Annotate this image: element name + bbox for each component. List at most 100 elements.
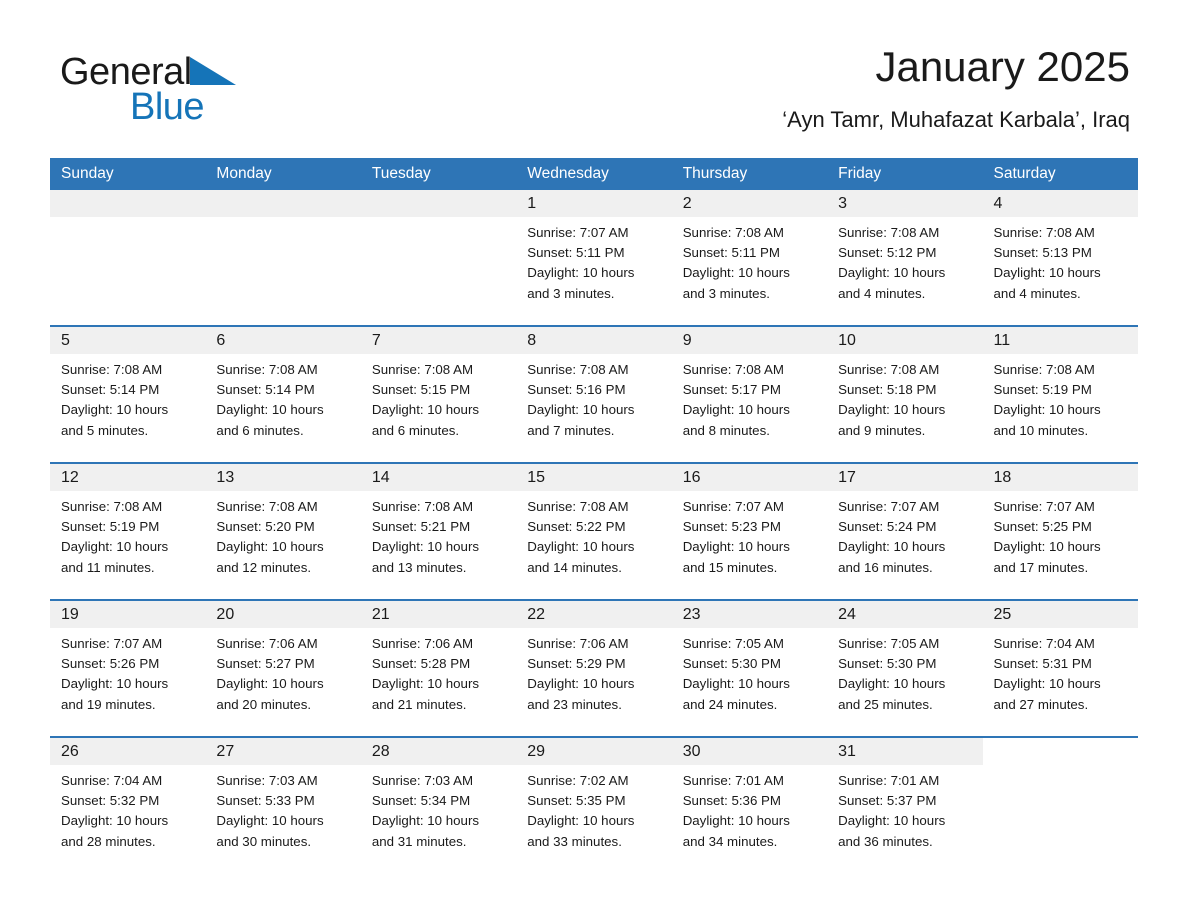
calendar-day-cell[interactable]: 13 Sunrise: 7:08 AM Sunset: 5:20 PM Dayligh…: [205, 462, 361, 600]
calendar-day-cell[interactable]: 9 Sunrise: 7:08 AM Sunset: 5:17 PM Daylight…: [671, 325, 828, 463]
sunset-text: Sunset: 5:19 PM: [61, 519, 160, 535]
day-cell-inner: 31 Sunrise: 7:01 AM Sunset: 5:37 PM Dayligh…: [827, 738, 983, 871]
day-details: Sunrise: 7:04 AM Sunset: 5:31 PM Daylight:…: [983, 628, 1138, 715]
general-blue-logo[interactable]: General Blue: [60, 50, 390, 130]
daylight-text: Daylight: 10 hours: [838, 402, 946, 418]
daylight-text-cont: and 19 minutes.: [61, 696, 156, 712]
sunrise-text: Sunrise: 7:08 AM: [993, 362, 1095, 377]
sunset-text: Sunset: 5:34 PM: [371, 793, 471, 809]
calendar-day-cell[interactable]: 31 Sunrise: 7:01 AM Sunset: 5:37 PM Dayligh…: [827, 736, 983, 873]
day-cell-inner: [360, 190, 517, 323]
sunset-text: Sunset: 5:21 PM: [371, 519, 471, 535]
sunset-text: Sunset: 5:23 PM: [682, 519, 781, 535]
daylight-text: Daylight: 10 hours: [527, 265, 635, 281]
calendar-day-cell[interactable]: 23 Sunrise: 7:05 AM Sunset: 5:30 PM Dayligh…: [671, 599, 828, 737]
day-details: Sunrise: 7:05 AM Sunset: 5:30 PM Daylight:…: [672, 628, 827, 715]
calendar-day-cell[interactable]: 10 Sunrise: 7:08 AM Sunset: 5:18 PM Dayligh…: [827, 325, 983, 463]
day-details: Sunrise: 7:07 AM Sunset: 5:11 PM Daylight:…: [516, 217, 671, 304]
day-number: 15: [516, 464, 672, 491]
day-cell-inner: 30 Sunrise: 7:01 AM Sunset: 5:36 PM Dayligh…: [671, 738, 828, 871]
calendar-day-cell[interactable]: 19 Sunrise: 7:07 AM Sunset: 5:26 PM Dayligh…: [50, 599, 206, 737]
calendar-day-cell[interactable]: 15 Sunrise: 7:08 AM Sunset: 5:22 PM Dayligh…: [516, 462, 672, 600]
logo-line-general: General: [60, 50, 390, 92]
day-cell-inner: 26 Sunrise: 7:04 AM Sunset: 5:32 PM Dayligh…: [50, 738, 206, 871]
calendar-day-cell[interactable]: 4 Sunrise: 7:08 AM Sunset: 5:13 PM Daylight…: [982, 190, 1138, 326]
day-cell-inner: 21 Sunrise: 7:06 AM Sunset: 5:28 PM Dayligh…: [360, 601, 517, 734]
day-number: 20: [205, 601, 361, 628]
daylight-text-cont: and 24 minutes.: [682, 696, 778, 712]
day-number: 24: [827, 601, 983, 628]
calendar-day-cell[interactable]: 18 Sunrise: 7:07 AM Sunset: 5:25 PM Dayligh…: [982, 462, 1138, 600]
daylight-text: Daylight: 10 hours: [838, 676, 946, 692]
sunrise-text: Sunrise: 7:06 AM: [216, 636, 318, 651]
daylight-text: Daylight: 10 hours: [838, 813, 946, 829]
sunrise-text: Sunrise: 7:03 AM: [371, 773, 474, 788]
month-calendar: Sunday Monday Tuesday Wednesday Thursday…: [50, 158, 1138, 873]
daylight-text-cont: and 21 minutes.: [371, 696, 467, 712]
day-number: 30: [671, 738, 828, 765]
day-number: 19: [50, 601, 206, 628]
calendar-day-cell[interactable]: 25 Sunrise: 7:04 AM Sunset: 5:31 PM Dayligh…: [982, 599, 1138, 737]
sunset-text: Sunset: 5:37 PM: [838, 793, 937, 809]
sunrise-text: Sunrise: 7:07 AM: [993, 499, 1095, 514]
day-details: Sunrise: 7:08 AM Sunset: 5:12 PM Daylight:…: [827, 217, 982, 304]
sunrise-text: Sunrise: 7:05 AM: [838, 636, 940, 651]
day-number: 22: [516, 601, 672, 628]
day-number: 3: [827, 190, 983, 217]
daylight-text: Daylight: 10 hours: [61, 676, 169, 692]
calendar-day-cell[interactable]: 30 Sunrise: 7:01 AM Sunset: 5:36 PM Dayligh…: [671, 736, 828, 873]
calendar-day-cell[interactable]: 20 Sunrise: 7:06 AM Sunset: 5:27 PM Dayligh…: [205, 599, 361, 737]
calendar-day-cell[interactable]: 24 Sunrise: 7:05 AM Sunset: 5:30 PM Dayligh…: [827, 599, 983, 737]
day-details: Sunrise: 7:07 AM Sunset: 5:23 PM Daylight:…: [672, 491, 827, 578]
calendar-header-row: Sunday Monday Tuesday Wednesday Thursday…: [50, 158, 1138, 190]
calendar-day-cell[interactable]: 5 Sunrise: 7:08 AM Sunset: 5:14 PM Daylight…: [50, 325, 206, 463]
calendar-day-cell[interactable]: 6 Sunrise: 7:08 AM Sunset: 5:14 PM Daylight…: [205, 325, 361, 463]
calendar-week-row: 1 Sunrise: 7:07 AM Sunset: 5:11 PM Daylight…: [50, 190, 1138, 326]
day-cell-inner: 4 Sunrise: 7:08 AM Sunset: 5:13 PM Daylight…: [982, 190, 1138, 323]
calendar-day-cell[interactable]: 2 Sunrise: 7:08 AM Sunset: 5:11 PM Daylight…: [671, 190, 828, 326]
daylight-text-cont: and 3 minutes.: [527, 285, 615, 301]
daylight-text: Daylight: 10 hours: [682, 265, 790, 281]
sunset-text: Sunset: 5:36 PM: [682, 793, 781, 809]
daylight-text-cont: and 23 minutes.: [527, 696, 622, 712]
day-number: 21: [360, 601, 517, 628]
daylight-text: Daylight: 10 hours: [682, 676, 790, 692]
calendar-day-cell[interactable]: 17 Sunrise: 7:07 AM Sunset: 5:24 PM Dayligh…: [827, 462, 983, 600]
daylight-text: Daylight: 10 hours: [216, 676, 324, 692]
day-cell-inner: 14 Sunrise: 7:08 AM Sunset: 5:21 PM Dayligh…: [360, 464, 517, 597]
daylight-text: Daylight: 10 hours: [61, 813, 169, 829]
calendar-day-cell[interactable]: 29 Sunrise: 7:02 AM Sunset: 5:35 PM Dayligh…: [516, 736, 672, 873]
day-details: Sunrise: 7:08 AM Sunset: 5:17 PM Daylight:…: [672, 354, 827, 441]
calendar-day-cell[interactable]: 7 Sunrise: 7:08 AM Sunset: 5:15 PM Daylight…: [360, 325, 517, 463]
calendar-day-cell[interactable]: 14 Sunrise: 7:08 AM Sunset: 5:21 PM Dayligh…: [360, 462, 517, 600]
sunrise-text: Sunrise: 7:06 AM: [527, 636, 629, 651]
day-details: Sunrise: 7:08 AM Sunset: 5:14 PM Daylight:…: [50, 354, 205, 441]
day-details: Sunrise: 7:08 AM Sunset: 5:21 PM Daylight:…: [361, 491, 516, 578]
sunrise-text: Sunrise: 7:08 AM: [682, 225, 784, 240]
daylight-text: Daylight: 10 hours: [993, 402, 1101, 418]
day-details: Sunrise: 7:07 AM Sunset: 5:25 PM Daylight:…: [983, 491, 1138, 578]
sunset-text: Sunset: 5:19 PM: [993, 382, 1092, 398]
day-details: Sunrise: 7:05 AM Sunset: 5:30 PM Daylight:…: [827, 628, 982, 715]
day-cell-inner: [205, 190, 361, 323]
day-number: 14: [360, 464, 517, 491]
calendar-day-cell[interactable]: 12 Sunrise: 7:08 AM Sunset: 5:19 PM Dayligh…: [50, 462, 206, 600]
calendar-day-cell[interactable]: 8 Sunrise: 7:08 AM Sunset: 5:16 PM Daylight…: [516, 325, 672, 463]
daylight-text-cont: and 12 minutes.: [216, 559, 312, 575]
calendar-day-cell[interactable]: 26 Sunrise: 7:04 AM Sunset: 5:32 PM Dayligh…: [50, 736, 206, 873]
calendar-day-cell[interactable]: 1 Sunrise: 7:07 AM Sunset: 5:11 PM Daylight…: [516, 190, 672, 326]
calendar-day-cell[interactable]: 28 Sunrise: 7:03 AM Sunset: 5:34 PM Dayligh…: [360, 736, 517, 873]
day-cell-inner: 9 Sunrise: 7:08 AM Sunset: 5:17 PM Daylight…: [671, 327, 828, 460]
calendar-day-cell[interactable]: 11 Sunrise: 7:08 AM Sunset: 5:19 PM Dayligh…: [982, 325, 1138, 463]
calendar-day-cell[interactable]: 27 Sunrise: 7:03 AM Sunset: 5:33 PM Dayligh…: [205, 736, 361, 873]
calendar-day-cell[interactable]: 21 Sunrise: 7:06 AM Sunset: 5:28 PM Dayligh…: [360, 599, 517, 737]
calendar-day-cell[interactable]: 3 Sunrise: 7:08 AM Sunset: 5:12 PM Daylight…: [827, 190, 983, 326]
calendar-day-cell[interactable]: 16 Sunrise: 7:07 AM Sunset: 5:23 PM Dayligh…: [671, 462, 828, 600]
daylight-text-cont: and 20 minutes.: [216, 696, 312, 712]
day-cell-inner: 29 Sunrise: 7:02 AM Sunset: 5:35 PM Dayligh…: [516, 738, 672, 871]
sunset-text: Sunset: 5:33 PM: [216, 793, 315, 809]
daylight-text-cont: and 9 minutes.: [838, 422, 926, 438]
calendar-day-cell[interactable]: 22 Sunrise: 7:06 AM Sunset: 5:29 PM Dayligh…: [516, 599, 672, 737]
day-details: Sunrise: 7:01 AM Sunset: 5:36 PM Daylight:…: [672, 765, 827, 852]
calendar-page: General Blue January 2025 ‘Ayn Tamr, Muh…: [0, 0, 1188, 918]
